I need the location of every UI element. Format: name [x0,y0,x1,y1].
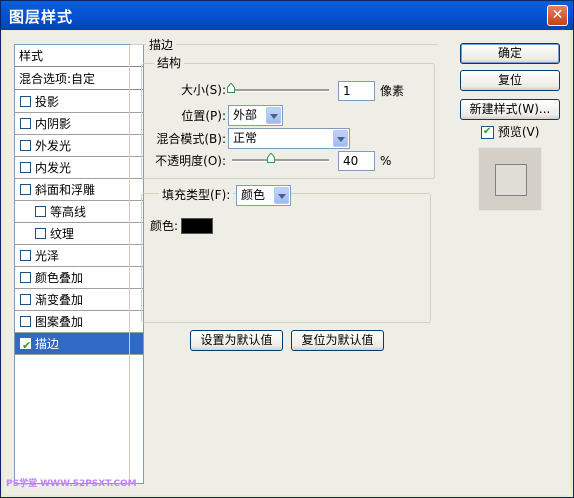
style-list-header[interactable]: 样式 [15,45,143,67]
position-label: 位置(P): [181,109,226,123]
new-style-button[interactable]: 新建样式(W)... [460,99,560,120]
style-list-item-label: 外发光 [35,139,72,153]
opacity-unit: % [380,154,392,168]
structure-group-title: 结构 [154,56,185,70]
checkbox-icon[interactable] [20,316,31,327]
style-list-item[interactable]: 内阴影 [15,113,143,135]
size-label: 大小(S): [180,83,226,97]
window-title: 图层样式 [9,8,74,26]
style-list-item-label: 描边 [35,337,60,351]
title-bar[interactable]: 图层样式 ✕ [1,1,573,30]
preview-checkbox[interactable]: ✔ 预览(V) [481,125,539,140]
watermark: PS学堂 WWW.52PSXT.COM [6,479,137,489]
position-value: 外部 [233,108,258,122]
dialog-body: 样式 混合选项:自定 投影内阴影外发光内发光斜面和浮雕等高线纹理光泽颜色叠加渐变… [4,31,570,495]
style-list-item[interactable]: 颜色叠加 [15,267,143,289]
chevron-down-icon[interactable] [274,187,289,204]
preview-check-icon: ✔ [481,126,494,139]
style-list-item-label: 等高线 [50,205,87,219]
blend-mode-value: 正常 [233,131,258,145]
opacity-label: 不透明度(O): [155,154,226,168]
style-list-item[interactable]: 外发光 [15,135,143,157]
checkbox-icon[interactable] [20,140,31,151]
checkbox-icon[interactable] [20,272,31,283]
check-icon: ✔ [22,339,32,352]
reset-default-button[interactable]: 复位为默认值 [291,330,384,351]
ok-button[interactable]: 确定 [460,43,560,64]
style-list-item-label: 纹理 [50,227,75,241]
blend-mode-label: 混合模式(B): [156,132,226,146]
style-list-item[interactable]: 渐变叠加 [15,289,143,311]
opacity-slider-thumb[interactable] [267,153,275,163]
preview-label: 预览(V) [497,125,540,139]
style-list: 样式 混合选项:自定 投影内阴影外发光内发光斜面和浮雕等高线纹理光泽颜色叠加渐变… [14,44,144,484]
size-input[interactable]: 1 [338,81,375,101]
fill-type-label: 填充类型(F): [159,188,234,202]
position-select[interactable]: 外部 [228,105,283,126]
style-list-item-label: 颜色叠加 [35,271,84,285]
checkbox-icon[interactable] [20,250,31,261]
style-list-item[interactable]: 纹理 [15,223,143,245]
checkbox-icon[interactable] [20,184,31,195]
close-icon: ✕ [551,7,564,23]
opacity-input[interactable]: 40 [338,151,375,171]
preview-thumbnail [495,164,527,196]
fill-type-select[interactable]: 颜色 [236,185,291,206]
style-list-item[interactable]: 光泽 [15,245,143,267]
chevron-down-icon[interactable] [266,107,281,124]
reset-button[interactable]: 复位 [460,70,560,91]
style-list-item-label: 内发光 [35,161,72,175]
size-slider-thumb[interactable] [227,83,235,93]
style-list-item[interactable]: 等高线 [15,201,143,223]
checkbox-icon[interactable] [35,228,46,239]
stroke-group-title: 描边 [146,38,177,52]
layer-style-dialog: 图层样式 ✕ 样式 混合选项:自定 投影内阴影外发光内发光斜面和浮雕等高线纹理光… [0,0,574,498]
fill-group [141,193,431,323]
style-list-item-label: 光泽 [35,249,60,263]
fill-type-value: 颜色 [241,188,266,202]
style-list-item-label: 渐变叠加 [35,293,84,307]
style-list-item[interactable]: 投影 [15,91,143,113]
style-list-item-label: 斜面和浮雕 [35,183,96,197]
size-slider-track[interactable] [232,89,329,92]
style-list-item-label: 图案叠加 [35,315,84,329]
style-preview [478,147,542,211]
close-button[interactable]: ✕ [547,5,568,26]
size-unit: 像素 [380,84,405,98]
checkbox-icon[interactable] [35,206,46,217]
opacity-slider-track[interactable] [232,159,329,162]
style-list-item[interactable]: 内发光 [15,157,143,179]
blend-mode-select[interactable]: 正常 [228,128,350,149]
checkbox-icon[interactable] [20,162,31,173]
chevron-down-icon[interactable] [333,130,348,147]
style-list-item[interactable]: ✔ 描边 [15,333,143,355]
checkbox-icon[interactable] [20,118,31,129]
checkbox-icon[interactable] [20,96,31,107]
blend-options-item[interactable]: 混合选项:自定 [15,68,143,90]
color-label: 颜色: [150,219,179,233]
checked-checkbox-icon[interactable]: ✔ [20,338,31,352]
set-default-button[interactable]: 设置为默认值 [190,330,283,351]
style-list-item-label: 内阴影 [35,117,72,131]
style-list-item-label: 投影 [35,95,60,109]
checkbox-icon[interactable] [20,294,31,305]
style-list-item[interactable]: 图案叠加 [15,311,143,333]
color-swatch[interactable] [181,218,213,234]
style-list-item[interactable]: 斜面和浮雕 [15,179,143,201]
